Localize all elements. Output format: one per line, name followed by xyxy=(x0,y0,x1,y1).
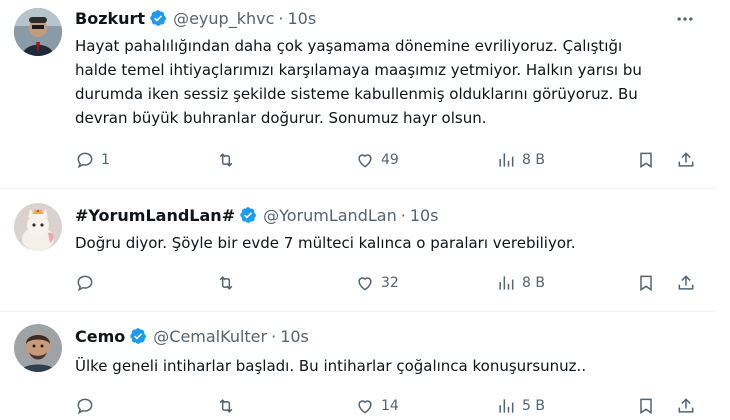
bookmark-button[interactable] xyxy=(636,271,656,295)
avatar[interactable] xyxy=(14,203,62,251)
reply-button[interactable] xyxy=(75,271,101,295)
tweet-header: Cemo @CemalKulter · 10s xyxy=(75,325,309,347)
more-icon[interactable] xyxy=(674,8,696,30)
bookmark-icon xyxy=(640,275,652,292)
view-count: 5 B xyxy=(522,398,545,414)
like-button[interactable]: 32 xyxy=(355,271,399,295)
reply-icon xyxy=(77,398,93,415)
tweet-actions: 1 49 8 B xyxy=(0,148,730,172)
tweet[interactable]: Cemo @CemalKulter · 10s Ülke geneli inti… xyxy=(0,312,730,420)
timestamp[interactable]: 10s xyxy=(280,327,309,346)
retweet-icon xyxy=(219,276,233,290)
display-name[interactable]: Cemo xyxy=(75,327,125,346)
tweet-text-line: Ülke geneli intiharlar başladı. Bu intih… xyxy=(75,357,587,375)
share-button[interactable] xyxy=(676,148,696,172)
share-icon xyxy=(678,398,694,413)
reply-icon xyxy=(77,275,93,292)
tweet-actions: 14 5 B xyxy=(0,394,730,418)
share-icon xyxy=(678,152,694,167)
tweet-text-line: durumda iken sessiz şekilde sisteme kabu… xyxy=(75,85,638,103)
tweet-header: #YorumLandLan# @YorumLandLan · 10s xyxy=(75,204,439,226)
verified-badge-icon xyxy=(239,206,257,224)
user-handle[interactable]: @YorumLandLan xyxy=(263,206,397,225)
bookmark-button[interactable] xyxy=(636,148,656,172)
tweet-text: Doğru diyor. Şöyle bir evde 7 mülteci ka… xyxy=(75,231,700,255)
tweet-text: Hayat pahalılığından daha çok yaşamama d… xyxy=(75,34,700,130)
share-button[interactable] xyxy=(676,271,696,295)
tweet[interactable]: #YorumLandLan# @YorumLandLan · 10s Doğru… xyxy=(0,189,730,311)
tweet-header: Bozkurt @eyup_khvc · 10s xyxy=(75,7,316,29)
timestamp[interactable]: 10s xyxy=(287,9,316,28)
like-button[interactable]: 49 xyxy=(355,148,399,172)
share-button[interactable] xyxy=(676,394,696,418)
view-count: 8 B xyxy=(522,152,545,168)
reply-button[interactable] xyxy=(75,394,101,418)
views-button[interactable]: 8 B xyxy=(496,271,545,295)
verified-badge-icon xyxy=(149,9,167,27)
tweet-text: Ülke geneli intiharlar başladı. Bu intih… xyxy=(75,354,700,378)
tweet-text-line: Doğru diyor. Şöyle bir evde 7 mülteci ka… xyxy=(75,234,576,252)
views-icon xyxy=(499,399,514,413)
tweet[interactable]: Bozkurt @eyup_khvc · 10s Hayat pahalılığ… xyxy=(0,0,730,190)
like-button[interactable]: 14 xyxy=(355,394,399,418)
timestamp[interactable]: 10s xyxy=(410,206,439,225)
bookmark-button[interactable] xyxy=(636,394,656,418)
view-count: 8 B xyxy=(522,275,545,291)
reply-button[interactable]: 1 xyxy=(75,148,110,172)
separator-dot: · xyxy=(400,205,406,225)
views-button[interactable]: 8 B xyxy=(496,148,545,172)
retweet-button[interactable] xyxy=(216,394,236,418)
like-icon xyxy=(358,154,372,168)
tweet-actions: 32 8 B xyxy=(0,271,730,295)
like-count: 49 xyxy=(381,152,399,168)
tweet-text-line: halde temel ihtiyaçlarımızı karşılamaya … xyxy=(75,61,642,79)
retweet-icon xyxy=(219,399,233,413)
retweet-icon xyxy=(219,153,233,167)
retweet-button[interactable] xyxy=(216,271,236,295)
separator-dot: · xyxy=(271,326,277,346)
share-icon xyxy=(678,275,694,290)
like-icon xyxy=(358,400,372,414)
tweet-text-line: devran büyük buhranlar doğurur. Sonumuz … xyxy=(75,109,487,127)
verified-badge-icon xyxy=(129,327,147,345)
retweet-button[interactable] xyxy=(216,148,236,172)
bookmark-icon xyxy=(640,398,652,415)
like-count: 14 xyxy=(381,398,399,414)
avatar[interactable] xyxy=(14,8,62,56)
like-count: 32 xyxy=(381,275,399,291)
views-button[interactable]: 5 B xyxy=(496,394,545,418)
display-name[interactable]: Bozkurt xyxy=(75,9,145,28)
user-handle[interactable]: @CemalKulter xyxy=(153,327,267,346)
tweet-text-line: Hayat pahalılığından daha çok yaşamama d… xyxy=(75,37,623,55)
reply-icon xyxy=(77,152,93,169)
bookmark-icon xyxy=(640,152,652,169)
views-icon xyxy=(499,153,514,167)
reply-count: 1 xyxy=(101,152,110,168)
display-name[interactable]: #YorumLandLan# xyxy=(75,206,235,225)
like-icon xyxy=(358,277,372,291)
user-handle[interactable]: @eyup_khvc xyxy=(173,9,274,28)
avatar[interactable] xyxy=(14,324,62,372)
views-icon xyxy=(499,276,514,290)
separator-dot: · xyxy=(278,8,284,28)
